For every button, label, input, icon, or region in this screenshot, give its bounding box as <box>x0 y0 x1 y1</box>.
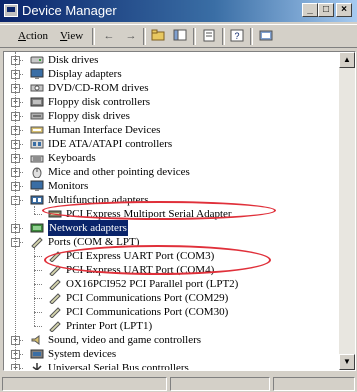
show-hide-tree-button[interactable] <box>172 29 188 44</box>
annotation-circle-uart <box>44 245 271 275</box>
console-tree-icon <box>173 29 187 41</box>
ide-controller-icon <box>30 138 44 150</box>
monitor-icon <box>30 180 44 192</box>
tree-spine <box>15 52 16 370</box>
port-icon <box>48 278 62 291</box>
port-icon <box>30 236 44 249</box>
status-bar <box>0 375 357 392</box>
scroll-up-button[interactable]: ▲ <box>339 52 355 68</box>
up-one-level-button[interactable] <box>150 29 166 44</box>
port-icon <box>48 320 62 333</box>
port-icon <box>48 306 62 319</box>
tree-child-spine <box>34 206 35 214</box>
menu-action-accel: A <box>18 30 26 42</box>
tree-item-label: Universal Serial Bus controllers <box>48 362 189 371</box>
port-icon <box>48 292 62 305</box>
window-title: Device Manager <box>22 3 117 18</box>
status-pane-main <box>2 377 167 391</box>
scroll-down-button[interactable]: ▼ <box>339 354 355 370</box>
minimize-button[interactable]: _ <box>302 3 318 17</box>
floppy-controller-icon <box>30 96 44 108</box>
multifunction-icon <box>30 194 44 206</box>
tree-item[interactable]: + Universal Serial Bus controllers <box>4 360 334 371</box>
annotation-circle-adapter <box>42 201 276 220</box>
tree-connector <box>34 326 42 327</box>
properties-button[interactable] <box>201 29 217 44</box>
monitor-icon <box>30 68 44 80</box>
device-tree[interactable]: + Disk drives + Display adapters + DVD/CD-ROM… <box>3 51 356 371</box>
vertical-scrollbar[interactable]: ▲ ▼ <box>339 52 355 370</box>
close-button[interactable]: × <box>336 3 352 17</box>
menu-view-label: iew <box>67 30 84 42</box>
toolbar-separator <box>92 28 95 45</box>
tree-connector <box>34 214 42 215</box>
tree-child-spine <box>34 248 35 326</box>
title-bar: Device Manager _ □ × <box>0 0 357 22</box>
menu-view[interactable]: View <box>60 30 83 42</box>
help-icon: ? <box>230 29 244 42</box>
tree-connector <box>34 270 42 271</box>
sound-icon <box>30 334 44 346</box>
help-button[interactable]: ? <box>229 29 245 44</box>
properties-icon <box>203 29 215 42</box>
cdrom-icon <box>30 82 44 94</box>
toolbar-separator <box>193 28 196 45</box>
tree-connector <box>34 312 42 313</box>
toolbar-separator <box>143 28 146 45</box>
forward-button[interactable]: → <box>123 29 139 44</box>
mouse-icon <box>30 166 44 179</box>
system-icon <box>30 348 44 360</box>
maximize-button[interactable]: □ <box>318 3 334 17</box>
scan-hardware-icon <box>259 30 273 41</box>
svg-text:?: ? <box>234 31 239 41</box>
back-button[interactable]: ← <box>101 29 117 44</box>
toolbar-separator <box>222 28 225 45</box>
toolbar-separator <box>250 28 253 45</box>
scan-hardware-button[interactable] <box>258 29 274 44</box>
tree-connector <box>34 256 42 257</box>
hid-icon <box>30 124 44 136</box>
tree-connector <box>34 298 42 299</box>
network-icon <box>30 222 44 234</box>
usb-icon <box>30 362 44 370</box>
menu-action-label: ction <box>25 30 48 42</box>
status-pane-secondary <box>170 377 270 391</box>
folder-up-icon <box>151 29 165 41</box>
floppy-drive-icon <box>30 110 44 122</box>
keyboard-icon <box>30 152 44 164</box>
disk-drive-icon <box>30 54 44 66</box>
tree-connector <box>34 284 42 285</box>
status-pane-tertiary <box>273 377 355 391</box>
device-manager-icon <box>4 4 18 17</box>
menu-toolbar: Action View ← → ? <box>0 24 357 48</box>
menu-action[interactable]: Action <box>18 30 48 42</box>
